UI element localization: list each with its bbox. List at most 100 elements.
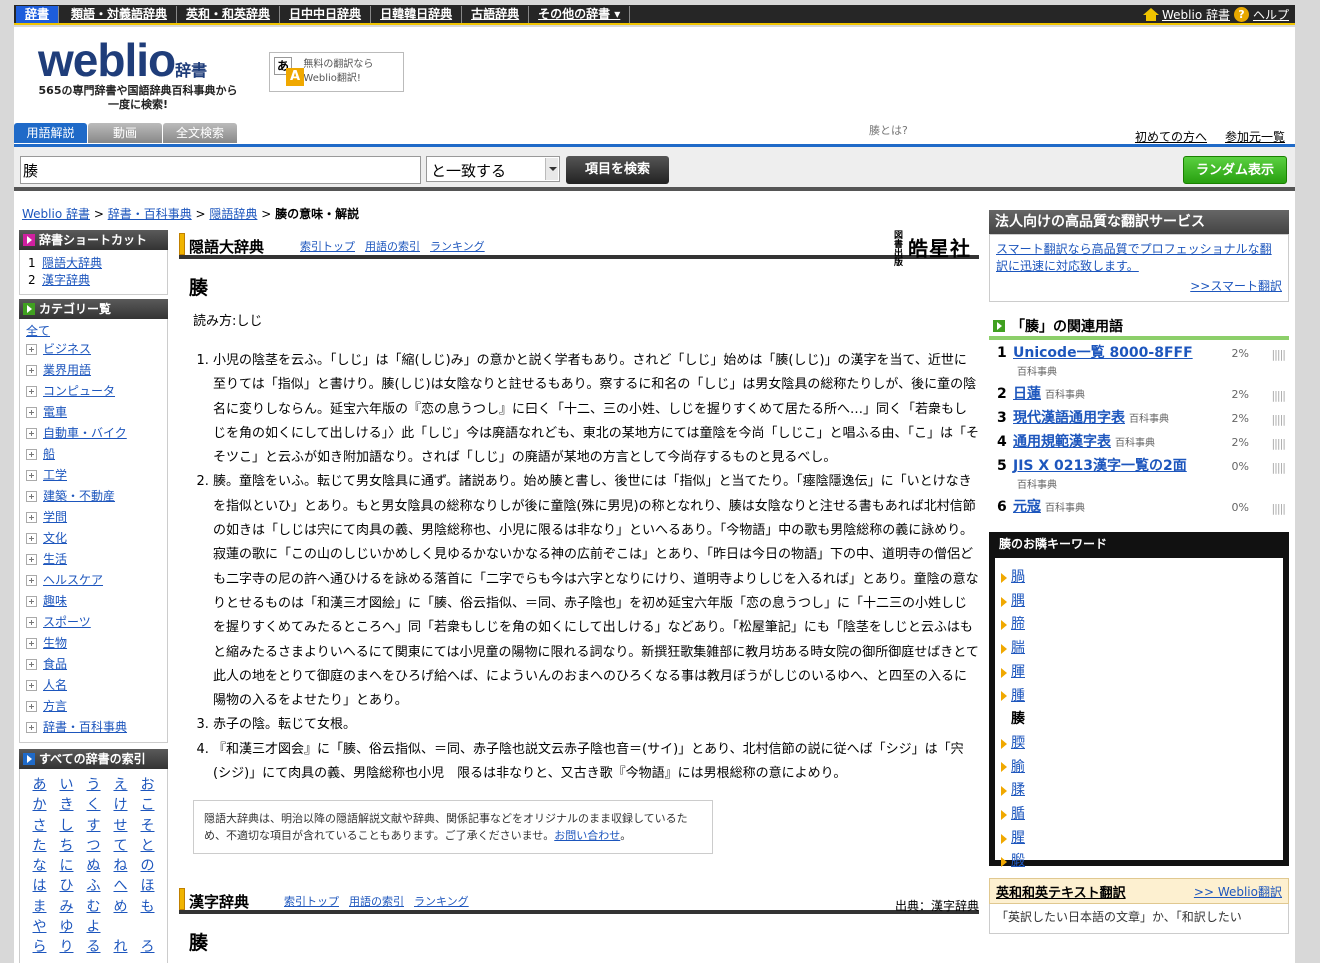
category-link[interactable]: 自動車・バイク [43,423,127,444]
kana-index-link[interactable]: た [26,836,53,856]
kana-index-link[interactable]: ゆ [53,917,80,937]
category-link[interactable]: 建築・不動産 [43,486,115,507]
neighbor-keyword-label[interactable]: 腪 [1011,661,1025,685]
kana-index-link[interactable]: く [80,795,107,815]
neighbor-keyword-label[interactable]: 腥 [1011,827,1025,851]
category-link[interactable]: 船 [43,444,55,465]
kana-index-link[interactable]: ま [26,897,53,917]
neighbor-keyword[interactable]: 腨 [1001,637,1277,661]
category-link[interactable]: 食品 [43,654,67,675]
shortcut-link[interactable]: 隠語大辞典 [42,256,102,270]
kana-index-link[interactable]: さ [26,816,53,836]
neighbor-keyword[interactable]: 腫 [1001,685,1277,709]
kana-index-link[interactable]: て [107,836,134,856]
category-link[interactable]: 電車 [43,402,67,423]
category-link[interactable]: 生活 [43,549,67,570]
neighbor-keyword[interactable]: 腯 [1001,803,1277,827]
expand-plus-icon[interactable] [26,722,37,733]
top-nav-item[interactable]: 類語・対義語辞典 [62,6,178,23]
term-index-link[interactable]: 用語の索引 [349,893,404,909]
neighbor-keyword[interactable]: 腪 [1001,661,1277,685]
neighbor-keyword-label[interactable]: 腡 [1011,566,1025,590]
kana-index-link[interactable]: ふ [80,876,107,896]
search-button[interactable]: 項目を検索 [566,156,669,184]
kana-index-link[interactable]: つ [80,836,107,856]
translation-input[interactable]: 「英訳したい日本語の文章」か、「和訳したい [989,904,1289,934]
first-time-link[interactable]: 初めての方へ [1135,128,1207,145]
neighbor-keyword-label[interactable]: 腫 [1011,685,1025,709]
category-link[interactable]: 方言 [43,696,67,717]
top-nav-item[interactable]: 日中中日辞典 [280,6,372,23]
related-term-link[interactable]: 日蓮 [1013,386,1041,402]
kana-index-link[interactable]: す [80,816,107,836]
tab-fulltext[interactable]: 全文検索 [163,123,237,143]
kana-index-link[interactable]: ら [26,937,53,957]
breadcrumb-encyclopedia[interactable]: 辞書・百科事典 [108,207,192,221]
top-nav-item[interactable]: 辞書 [16,6,60,23]
ranking-link[interactable]: ランキング [430,238,485,254]
category-link[interactable]: ビジネス [43,339,91,360]
kana-index-link[interactable]: れ [107,937,134,957]
category-link[interactable]: 生物 [43,633,67,654]
kana-index-link[interactable]: き [53,795,80,815]
kana-index-link[interactable]: そ [134,816,161,836]
expand-plus-icon[interactable] [26,491,37,502]
kana-index-link[interactable]: も [134,897,161,917]
kana-index-link[interactable]: し [53,816,80,836]
kana-index-link[interactable]: お [134,775,161,795]
kana-index-link[interactable]: る [80,937,107,957]
text-translation-title[interactable]: 英和和英テキスト翻訳 [996,882,1126,901]
neighbor-keyword-label[interactable]: 腢 [1011,590,1025,614]
kana-index-link[interactable]: せ [107,816,134,836]
kana-index-link[interactable]: よ [80,917,107,937]
neighbor-keyword[interactable]: 腶 [1001,850,1277,874]
kana-index-link[interactable]: い [53,775,80,795]
related-term-link[interactable]: Unicode一覧 8000-8FFF [1013,345,1193,361]
category-link[interactable]: 趣味 [43,591,67,612]
kana-index-link[interactable]: け [107,795,134,815]
kana-index-link[interactable]: あ [26,775,53,795]
expand-plus-icon[interactable] [26,344,37,355]
category-link[interactable]: スポーツ [43,612,91,633]
category-link[interactable]: 業界用語 [43,360,91,381]
kana-index-link[interactable]: う [80,775,107,795]
kana-index-link[interactable]: と [134,836,161,856]
neighbor-keyword-label[interactable]: 腧 [1011,756,1025,780]
category-link[interactable]: 人名 [43,675,67,696]
category-link[interactable]: 学問 [43,507,67,528]
neighbor-keyword[interactable]: 腢 [1001,590,1277,614]
expand-plus-icon[interactable] [26,617,37,628]
neighbor-keyword[interactable]: 腧 [1001,756,1277,780]
tab-video[interactable]: 動画 [88,123,162,143]
kana-index-link[interactable]: に [53,856,80,876]
neighbor-keyword[interactable]: 腬 [1001,779,1277,803]
kana-index-link[interactable]: は [26,876,53,896]
expand-plus-icon[interactable] [26,365,37,376]
index-top-link[interactable]: 索引トップ [300,238,355,254]
kana-index-link[interactable]: り [53,937,80,957]
top-nav-item[interactable]: 日韓韓日辞典 [371,6,463,23]
free-translation-banner[interactable]: あ A 無料の翻訳ならWeblio翻訳! [269,52,404,92]
neighbor-keyword-label[interactable]: 腬 [1011,779,1025,803]
expand-plus-icon[interactable] [26,512,37,523]
kana-index-link[interactable]: ろ [134,937,161,957]
category-link[interactable]: ヘルスケア [43,570,103,591]
contact-link[interactable]: お問い合わせ [554,829,620,842]
related-term-link[interactable]: 元寇 [1013,499,1041,515]
neighbor-keyword[interactable]: 腡 [1001,566,1277,590]
pro-translation-text[interactable]: スマート翻訳なら高品質でプロフェッショナルな翻訳に迅速に対応致します。 [996,242,1272,273]
breadcrumb-slang[interactable]: 隠語辞典 [209,207,257,221]
related-term-link[interactable]: 通用規範漢字表 [1013,434,1111,450]
expand-plus-icon[interactable] [26,407,37,418]
category-all[interactable]: 全て [26,324,50,338]
expand-plus-icon[interactable] [26,428,37,439]
top-nav-item[interactable]: 古語辞典 [462,6,530,23]
expand-plus-icon[interactable] [26,701,37,712]
kana-index-link[interactable]: ね [107,856,134,876]
kana-index-link[interactable]: え [107,775,134,795]
expand-plus-icon[interactable] [26,680,37,691]
kana-index-link[interactable]: や [26,917,53,937]
category-link[interactable]: 工学 [43,465,67,486]
random-button[interactable]: ランダム表示 [1183,156,1287,184]
expand-plus-icon[interactable] [26,533,37,544]
